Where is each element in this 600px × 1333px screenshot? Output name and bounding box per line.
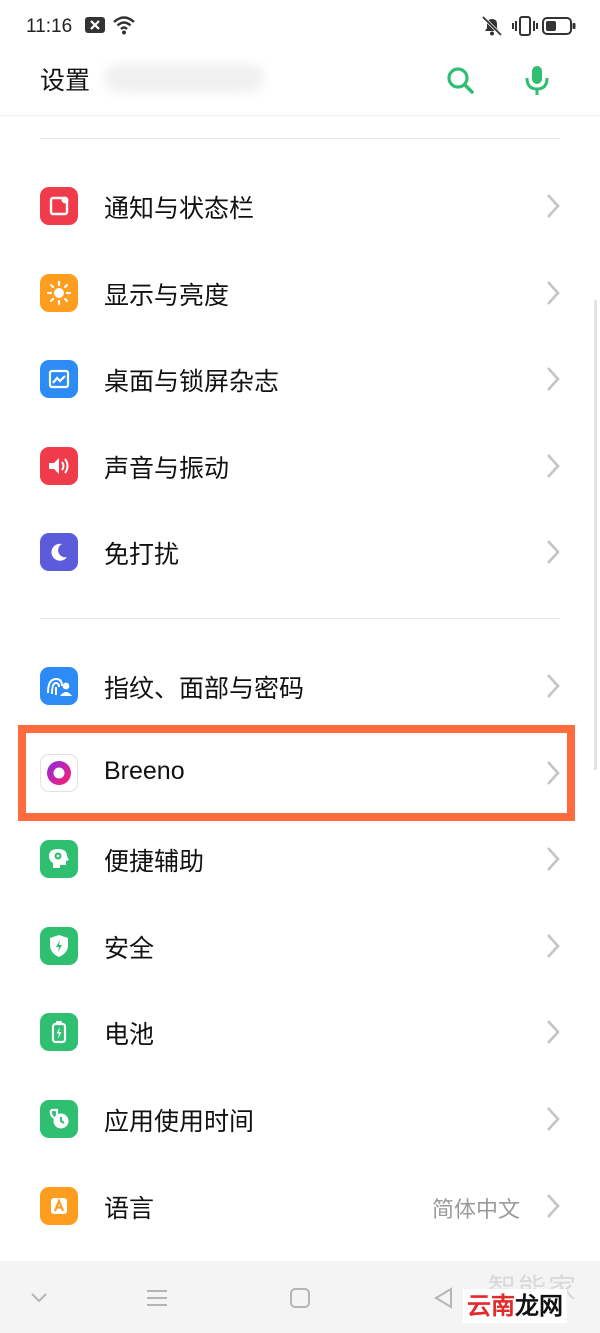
search-button[interactable]	[438, 58, 482, 102]
row-label: 应用使用时间	[104, 1107, 255, 1136]
chevron-right-icon	[547, 934, 560, 958]
row-label: 免打扰	[104, 540, 180, 569]
chevron-right-icon	[547, 1194, 560, 1218]
language-value: 简体中文	[431, 1198, 520, 1223]
mute-icon	[480, 14, 504, 42]
header: 设置	[0, 56, 600, 116]
microphone-icon	[525, 66, 549, 95]
chevron-down-icon[interactable]	[24, 1283, 54, 1313]
voice-search-button[interactable]	[515, 58, 559, 102]
row-label: 桌面与锁屏杂志	[104, 367, 280, 396]
back-icon[interactable]	[428, 1283, 458, 1313]
chevron-right-icon	[547, 367, 560, 391]
settings-row-security[interactable]: 安全	[0, 903, 600, 989]
blurred-text	[104, 64, 264, 92]
chevron-right-icon	[547, 281, 560, 305]
moon-icon	[40, 533, 78, 571]
battery-icon	[542, 16, 576, 40]
row-label: 通知与状态栏	[104, 194, 255, 223]
brightness-icon	[40, 274, 78, 312]
section-divider	[40, 138, 560, 139]
row-label: 声音与振动	[104, 454, 230, 483]
status-time: 11:16	[26, 16, 73, 37]
watermark: 云南龙网	[463, 1289, 567, 1323]
chevron-right-icon	[547, 540, 560, 564]
section-divider	[40, 618, 560, 619]
chevron-right-icon	[547, 847, 560, 871]
notification-x-icon	[84, 14, 106, 40]
navigation-bar: 智能家 云南龙网	[0, 1261, 600, 1333]
assist-icon	[40, 840, 78, 878]
chevron-right-icon	[547, 1107, 560, 1131]
home-icon[interactable]	[285, 1283, 315, 1313]
row-label: 便捷辅助	[104, 847, 205, 876]
menu-icon[interactable]	[142, 1283, 172, 1313]
settings-row-do-not-disturb[interactable]: 免打扰	[0, 509, 600, 595]
chevron-right-icon	[547, 674, 560, 698]
row-label: 语言	[104, 1194, 155, 1223]
page-title: 设置	[40, 66, 91, 95]
watermark-dark-text: 龙网	[515, 1292, 563, 1320]
vibrate-icon	[512, 14, 538, 42]
language-icon	[40, 1187, 78, 1225]
watermark-red-text: 云南	[467, 1292, 515, 1320]
chevron-right-icon	[547, 1020, 560, 1044]
wallpaper-icon	[40, 360, 78, 398]
settings-row-display[interactable]: 显示与亮度	[0, 250, 600, 336]
settings-row-app-usage[interactable]: 应用使用时间	[0, 1076, 600, 1162]
shield-icon	[40, 927, 78, 965]
chevron-right-icon	[547, 194, 560, 218]
settings-row-language[interactable]: 语言 简体中文	[0, 1163, 600, 1249]
wifi-icon	[112, 14, 136, 40]
app-time-icon	[40, 1100, 78, 1138]
status-bar: 11:16	[0, 0, 600, 56]
notification-icon	[40, 187, 78, 225]
chevron-right-icon	[547, 454, 560, 478]
settings-row-wallpaper[interactable]: 桌面与锁屏杂志	[0, 336, 600, 422]
highlight-box	[18, 725, 575, 821]
row-label: 显示与亮度	[104, 281, 230, 310]
search-icon	[447, 67, 474, 94]
settings-row-fingerprint[interactable]: 指纹、面部与密码	[0, 643, 600, 729]
settings-row-notifications[interactable]: 通知与状态栏	[0, 163, 600, 249]
row-label: 指纹、面部与密码	[104, 674, 305, 703]
settings-row-battery[interactable]: 电池	[0, 989, 600, 1075]
scrollbar[interactable]	[594, 300, 597, 770]
settings-row-assist[interactable]: 便捷辅助	[0, 816, 600, 902]
row-label: 安全	[104, 934, 155, 963]
speaker-icon	[40, 447, 78, 485]
fingerprint-face-icon	[40, 667, 78, 705]
battery-icon	[40, 1013, 78, 1051]
settings-row-sound[interactable]: 声音与振动	[0, 423, 600, 509]
row-label: 电池	[104, 1020, 155, 1049]
